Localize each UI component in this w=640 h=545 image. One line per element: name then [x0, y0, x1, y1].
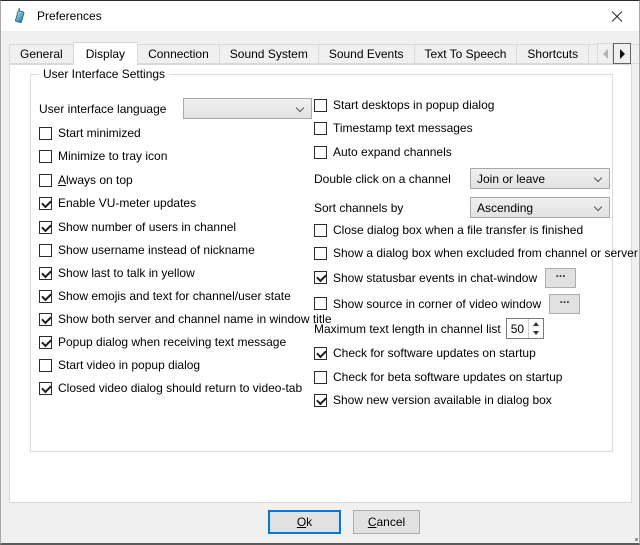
checkbox-row[interactable]: Check for beta software updates on start…: [314, 370, 562, 384]
checkbox[interactable]: [39, 313, 52, 326]
tab-scroll-right-button[interactable]: [613, 43, 631, 64]
max-text-length-label: Maximum text length in channel list: [314, 322, 501, 336]
checkbox-row[interactable]: Show a dialog box when excluded from cha…: [314, 246, 638, 260]
double-click-row: Double click on a channel Join or leave: [314, 168, 612, 189]
spinner-down-button[interactable]: [529, 329, 543, 339]
titlebar: Preferences: [1, 1, 639, 31]
checkbox[interactable]: [314, 99, 327, 112]
checkbox-row[interactable]: Check for software updates on startup: [314, 346, 536, 360]
ok-button[interactable]: Ok: [268, 510, 341, 534]
tab-general[interactable]: General: [9, 44, 74, 64]
checkbox-row[interactable]: Show new version available in dialog box: [314, 393, 552, 407]
checkbox-row[interactable]: Show number of users in channel: [39, 220, 236, 234]
checkbox[interactable]: [39, 336, 52, 349]
tab-shortcuts[interactable]: Shortcuts: [516, 44, 589, 64]
arrow-down-icon: [533, 331, 539, 335]
max-text-length-row: Maximum text length in channel list 50: [314, 318, 544, 339]
preferences-dialog: Preferences General Display Connection S…: [0, 0, 640, 545]
checkbox-row[interactable]: Show last to talk in yellow: [39, 266, 195, 280]
chevron-down-icon: [594, 203, 602, 211]
tab-scroll-buttons: [597, 43, 631, 64]
checkbox-row[interactable]: Start desktops in popup dialog: [314, 98, 494, 112]
arrow-right-icon: [620, 49, 625, 59]
checkbox[interactable]: [39, 127, 52, 140]
double-click-label: Double click on a channel: [314, 172, 451, 186]
tab-scroll-left-button: [597, 43, 613, 64]
language-label: User interface language: [39, 102, 166, 116]
double-click-select[interactable]: Join or leave: [470, 168, 610, 189]
ellipsis-icon: ...: [560, 295, 570, 304]
cancel-button[interactable]: Cancel: [353, 510, 420, 534]
checkbox[interactable]: [314, 146, 327, 159]
tab-bar: General Display Connection Sound System …: [9, 42, 631, 64]
close-button[interactable]: [594, 1, 639, 31]
checkbox-row[interactable]: Close dialog box when a file transfer is…: [314, 223, 583, 237]
chevron-down-icon: [296, 104, 304, 112]
checkbox[interactable]: [314, 297, 327, 310]
tab-connection[interactable]: Connection: [137, 44, 220, 64]
checkbox[interactable]: [314, 122, 327, 135]
arrow-left-icon: [603, 49, 608, 59]
checkbox-row[interactable]: Start minimized: [39, 126, 141, 140]
checkbox-row[interactable]: Enable VU-meter updates: [39, 196, 196, 210]
chevron-down-icon: [594, 174, 602, 182]
checkbox[interactable]: [39, 359, 52, 372]
display-tab-page: User Interface Settings User interface l…: [9, 64, 632, 503]
checkbox-row[interactable]: Closed video dialog should return to vid…: [39, 381, 302, 395]
checkbox[interactable]: [39, 267, 52, 280]
checkbox[interactable]: [314, 224, 327, 237]
checkbox-row[interactable]: Start video in popup dialog: [39, 358, 200, 372]
checkbox[interactable]: [39, 174, 52, 187]
sort-channels-select[interactable]: Ascending: [470, 197, 610, 218]
checkbox-row[interactable]: Timestamp text messages: [314, 121, 473, 135]
spinner-buttons: [528, 319, 543, 338]
close-icon: [611, 10, 623, 22]
checkbox[interactable]: [39, 197, 52, 210]
checkbox[interactable]: [314, 371, 327, 384]
arrow-up-icon: [533, 322, 539, 326]
resize-grip[interactable]: [630, 533, 633, 536]
tab-text-to-speech[interactable]: Text To Speech: [414, 44, 518, 64]
checkbox-row[interactable]: Show username instead of nickname: [39, 243, 255, 257]
sort-channels-label: Sort channels by: [314, 201, 403, 215]
ellipsis-icon: ...: [556, 269, 566, 278]
language-select[interactable]: [183, 98, 312, 119]
checkbox-row[interactable]: Always on top: [39, 173, 133, 187]
tab-display[interactable]: Display: [73, 42, 138, 65]
checkbox-row[interactable]: Show emojis and text for channel/user st…: [39, 289, 291, 303]
checkbox[interactable]: [314, 394, 327, 407]
checkbox-row[interactable]: Minimize to tray icon: [39, 149, 167, 163]
video-source-more-button[interactable]: ...: [549, 294, 580, 314]
statusbar-events-row[interactable]: Show statusbar events in chat-window ...: [314, 267, 576, 288]
spinner-value[interactable]: 50: [507, 319, 528, 338]
checkbox[interactable]: [39, 221, 52, 234]
checkbox[interactable]: [39, 150, 52, 163]
user-interface-settings-group: User Interface Settings User interface l…: [30, 74, 613, 452]
groupbox-title: User Interface Settings: [39, 67, 169, 81]
checkbox[interactable]: [314, 347, 327, 360]
checkbox-row[interactable]: Popup dialog when receiving text message: [39, 335, 286, 349]
tab-sound-events[interactable]: Sound Events: [318, 44, 415, 64]
max-text-length-spinner[interactable]: 50: [506, 318, 544, 339]
video-source-row[interactable]: Show source in corner of video window ..…: [314, 293, 580, 314]
checkbox[interactable]: [314, 271, 327, 284]
checkbox-row[interactable]: Auto expand channels: [314, 145, 452, 159]
sort-channels-row: Sort channels by Ascending: [314, 197, 612, 218]
checkbox[interactable]: [39, 244, 52, 257]
teamtalk-app-icon: [12, 8, 28, 24]
statusbar-events-more-button[interactable]: ...: [545, 268, 576, 288]
checkbox[interactable]: [314, 247, 327, 260]
tab-sound-system[interactable]: Sound System: [219, 44, 319, 64]
window-title: Preferences: [37, 9, 102, 23]
checkbox[interactable]: [39, 290, 52, 303]
checkbox-row[interactable]: Show both server and channel name in win…: [39, 312, 332, 326]
spinner-up-button[interactable]: [529, 319, 543, 329]
checkbox[interactable]: [39, 382, 52, 395]
